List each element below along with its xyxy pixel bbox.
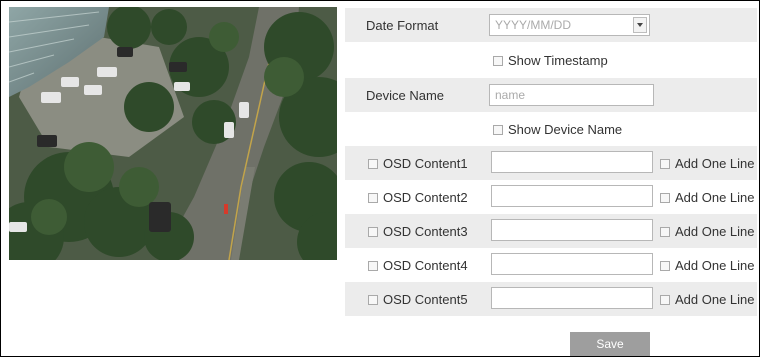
osd-content-1-input[interactable] bbox=[491, 151, 653, 173]
date-format-value: YYYY/MM/DD bbox=[495, 18, 572, 32]
osd-content-1-option[interactable]: OSD Content1 bbox=[368, 156, 468, 171]
osd-content-5-label: OSD Content5 bbox=[383, 292, 468, 307]
add-one-line-4-option[interactable]: Add One Line bbox=[660, 258, 755, 273]
show-device-name-row: Show Device Name bbox=[345, 112, 757, 146]
show-device-name-option[interactable]: Show Device Name bbox=[493, 122, 622, 137]
add-one-line-3-option[interactable]: Add One Line bbox=[660, 224, 755, 239]
osd-content-1-checkbox[interactable] bbox=[368, 158, 378, 169]
street-scene-image bbox=[9, 7, 337, 260]
osd-content-3-option[interactable]: OSD Content3 bbox=[368, 224, 468, 239]
add-one-line-2-label: Add One Line bbox=[675, 190, 755, 205]
show-timestamp-row: Show Timestamp bbox=[345, 42, 757, 78]
date-format-label: Date Format bbox=[366, 18, 439, 33]
show-device-name-checkbox[interactable] bbox=[493, 124, 503, 135]
add-one-line-4-label: Add One Line bbox=[675, 258, 755, 273]
osd-content-3-label: OSD Content3 bbox=[383, 224, 468, 239]
add-one-line-1-checkbox[interactable] bbox=[660, 158, 670, 169]
osd-content-row-5: OSD Content5 Add One Line bbox=[345, 282, 757, 316]
osd-content-4-checkbox[interactable] bbox=[368, 260, 378, 271]
add-one-line-4-checkbox[interactable] bbox=[660, 260, 670, 271]
show-timestamp-label: Show Timestamp bbox=[508, 53, 608, 68]
add-one-line-1-label: Add One Line bbox=[675, 156, 755, 171]
osd-content-4-input[interactable] bbox=[491, 253, 653, 275]
osd-content-2-input[interactable] bbox=[491, 185, 653, 207]
add-one-line-3-checkbox[interactable] bbox=[660, 226, 670, 237]
osd-content-5-option[interactable]: OSD Content5 bbox=[368, 292, 468, 307]
add-one-line-5-checkbox[interactable] bbox=[660, 294, 670, 305]
osd-content-5-input[interactable] bbox=[491, 287, 653, 309]
date-format-select[interactable]: YYYY/MM/DD bbox=[489, 14, 650, 36]
device-name-label: Device Name bbox=[366, 88, 445, 103]
osd-content-row-1: OSD Content1 Add One Line bbox=[345, 146, 757, 180]
device-name-input[interactable]: name bbox=[489, 84, 654, 106]
show-timestamp-checkbox[interactable] bbox=[493, 55, 503, 66]
osd-content-1-label: OSD Content1 bbox=[383, 156, 468, 171]
osd-content-5-checkbox[interactable] bbox=[368, 294, 378, 305]
date-format-row: Date Format YYYY/MM/DD bbox=[345, 8, 757, 42]
add-one-line-5-option[interactable]: Add One Line bbox=[660, 292, 755, 307]
add-one-line-1-option[interactable]: Add One Line bbox=[660, 156, 755, 171]
osd-content-3-input[interactable] bbox=[491, 219, 653, 241]
add-one-line-5-label: Add One Line bbox=[675, 292, 755, 307]
osd-content-4-option[interactable]: OSD Content4 bbox=[368, 258, 468, 273]
osd-content-2-label: OSD Content2 bbox=[383, 190, 468, 205]
add-one-line-2-option[interactable]: Add One Line bbox=[660, 190, 755, 205]
add-one-line-2-checkbox[interactable] bbox=[660, 192, 670, 203]
save-button[interactable]: Save bbox=[570, 332, 650, 356]
osd-content-row-2: OSD Content2 Add One Line bbox=[345, 180, 757, 214]
device-name-row: Device Name name bbox=[345, 78, 757, 112]
osd-content-4-label: OSD Content4 bbox=[383, 258, 468, 273]
osd-content-3-checkbox[interactable] bbox=[368, 226, 378, 237]
osd-settings-panel: Date Format YYYY/MM/DD Show Timestamp De… bbox=[345, 8, 757, 356]
osd-content-2-option[interactable]: OSD Content2 bbox=[368, 190, 468, 205]
osd-content-row-4: OSD Content4 Add One Line bbox=[345, 248, 757, 282]
add-one-line-3-label: Add One Line bbox=[675, 224, 755, 239]
osd-content-row-3: OSD Content3 Add One Line bbox=[345, 214, 757, 248]
device-name-placeholder: name bbox=[495, 88, 526, 102]
osd-content-2-checkbox[interactable] bbox=[368, 192, 378, 203]
show-timestamp-option[interactable]: Show Timestamp bbox=[493, 53, 608, 68]
chevron-down-icon[interactable] bbox=[633, 17, 647, 33]
show-device-name-label: Show Device Name bbox=[508, 122, 623, 137]
video-preview bbox=[9, 7, 337, 260]
